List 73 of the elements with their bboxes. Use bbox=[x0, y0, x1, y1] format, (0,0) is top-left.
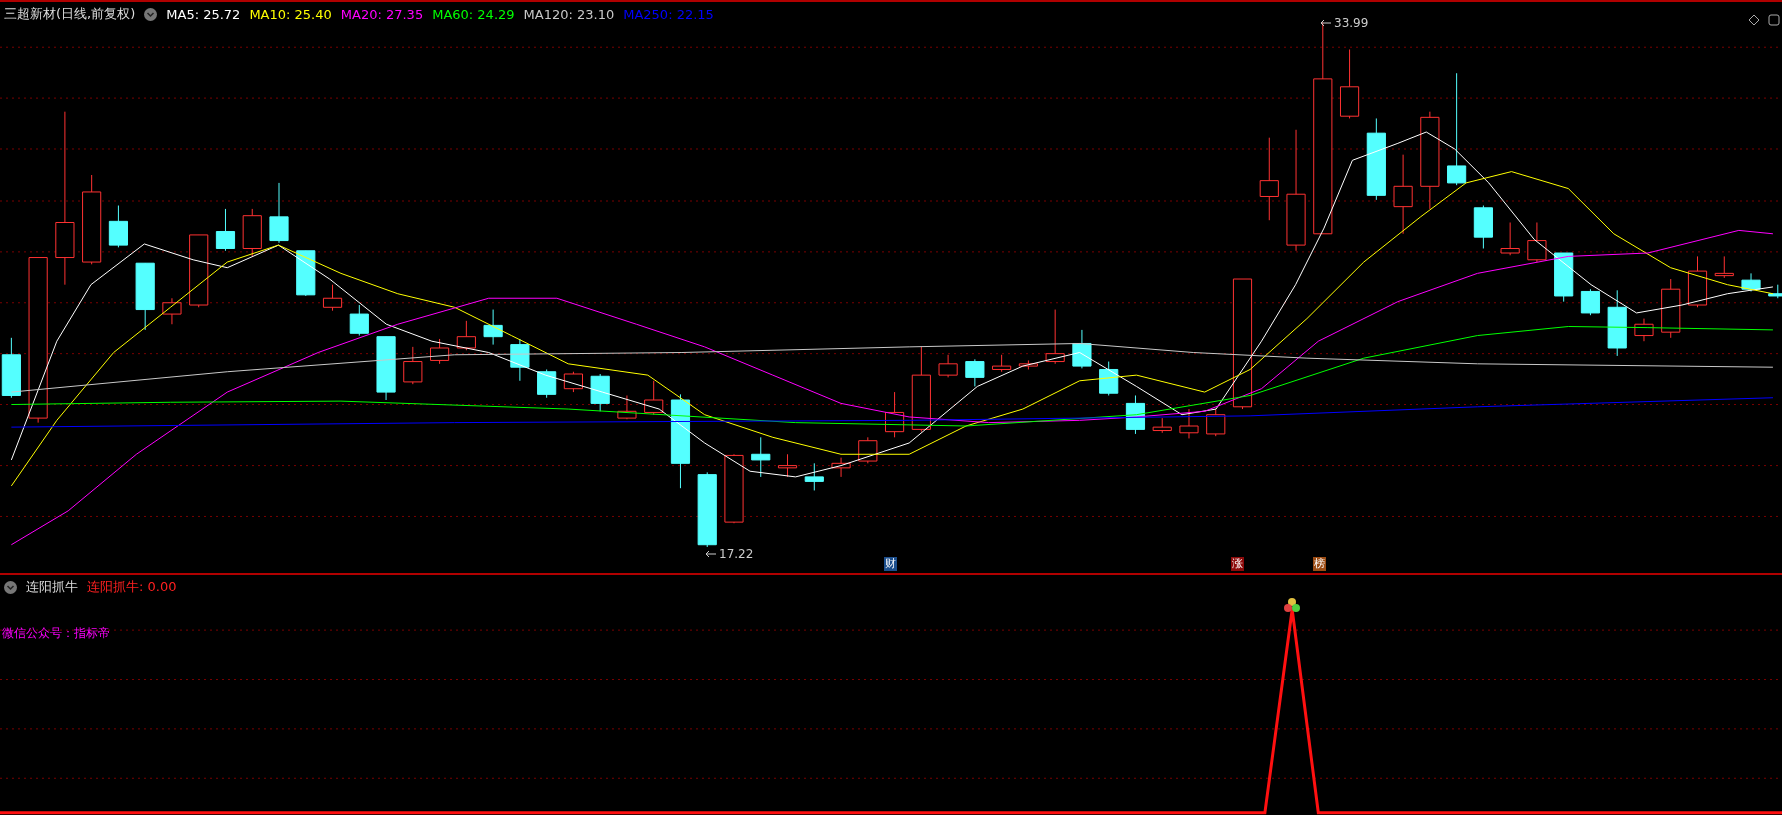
signal-dots-icon bbox=[1283, 597, 1302, 613]
candlestick bbox=[1018, 359, 1038, 370]
moving-average-value: MA10: 25.40 bbox=[249, 6, 332, 22]
candlestick bbox=[804, 462, 824, 491]
candlestick bbox=[510, 338, 530, 382]
diamond-icon[interactable] bbox=[1748, 14, 1760, 26]
candlestick bbox=[269, 182, 289, 244]
moving-average-value: MA60: 24.29 bbox=[432, 6, 515, 22]
candlestick bbox=[563, 371, 583, 393]
candlestick bbox=[1125, 395, 1146, 435]
candlestick bbox=[617, 395, 637, 420]
candlestick bbox=[430, 338, 450, 365]
candlestick bbox=[1741, 272, 1761, 292]
candlestick bbox=[242, 208, 262, 257]
price-label: 17.22 bbox=[719, 547, 754, 561]
indicator-title: 连阳抓牛 bbox=[26, 578, 78, 596]
candlestick bbox=[1714, 255, 1734, 279]
price-label: 33.99 bbox=[1334, 16, 1369, 30]
moving-average-value: MA20: 27.35 bbox=[340, 6, 424, 22]
candlestick bbox=[1607, 289, 1627, 357]
event-tag[interactable]: 涨 bbox=[1231, 557, 1244, 571]
candlestick bbox=[1500, 222, 1520, 256]
candlestick bbox=[1045, 309, 1065, 365]
candlestick bbox=[965, 358, 985, 387]
candlestick bbox=[1152, 417, 1172, 434]
indicator-value: 连阳抓牛: 0.00 bbox=[87, 578, 177, 596]
candlestick bbox=[590, 373, 610, 412]
candlestick bbox=[1206, 408, 1226, 437]
candlestick bbox=[1634, 318, 1654, 342]
candlestick bbox=[456, 320, 476, 351]
candlestick bbox=[724, 453, 744, 524]
moving-average-value: MA5: 25.72 bbox=[166, 6, 241, 22]
candlestick bbox=[403, 346, 423, 385]
candlestick bbox=[537, 369, 557, 399]
candlestick bbox=[1179, 408, 1199, 439]
candlestick bbox=[322, 284, 343, 312]
candlestick bbox=[1580, 288, 1601, 316]
candlestick bbox=[483, 309, 503, 346]
chevron-down-icon[interactable] bbox=[4, 580, 17, 594]
candlestick bbox=[215, 208, 236, 252]
candlestick bbox=[108, 205, 128, 248]
candlestick bbox=[751, 436, 771, 478]
arrow-icon bbox=[705, 550, 717, 558]
candlestick bbox=[885, 391, 905, 438]
moving-average-value: MA250: 22.15 bbox=[623, 6, 714, 22]
event-tag[interactable]: 财 bbox=[884, 557, 897, 571]
candlestick bbox=[162, 297, 182, 325]
candlestick bbox=[1, 337, 21, 399]
candlestick bbox=[831, 457, 851, 478]
candlestick bbox=[1687, 255, 1708, 308]
candlestick bbox=[376, 336, 396, 401]
candlestick bbox=[1527, 222, 1547, 263]
candlestick bbox=[1099, 361, 1119, 396]
candlestick bbox=[938, 354, 958, 378]
chevron-down-icon[interactable] bbox=[144, 7, 158, 21]
chart-title: 三超新材(日线,前复权) bbox=[4, 5, 136, 23]
candlestick bbox=[1661, 278, 1681, 339]
candlestick bbox=[644, 380, 664, 416]
arrow-icon bbox=[1320, 19, 1332, 27]
candlestick bbox=[1554, 252, 1574, 303]
event-tag[interactable]: 榜 bbox=[1313, 557, 1326, 571]
candlestick bbox=[777, 453, 798, 478]
candlestick bbox=[1340, 49, 1360, 119]
indicator-note: 微信公众号：指标帝 bbox=[2, 625, 110, 642]
square-icon[interactable] bbox=[1768, 14, 1780, 26]
candlestick bbox=[296, 250, 316, 297]
moving-average-value: MA120: 23.10 bbox=[523, 6, 615, 22]
candlestick bbox=[349, 304, 369, 337]
candlestick bbox=[992, 354, 1012, 373]
candlestick bbox=[135, 262, 155, 331]
candlestick bbox=[1072, 329, 1092, 369]
candlestick bbox=[1768, 284, 1782, 299]
candlestick bbox=[1473, 205, 1493, 249]
